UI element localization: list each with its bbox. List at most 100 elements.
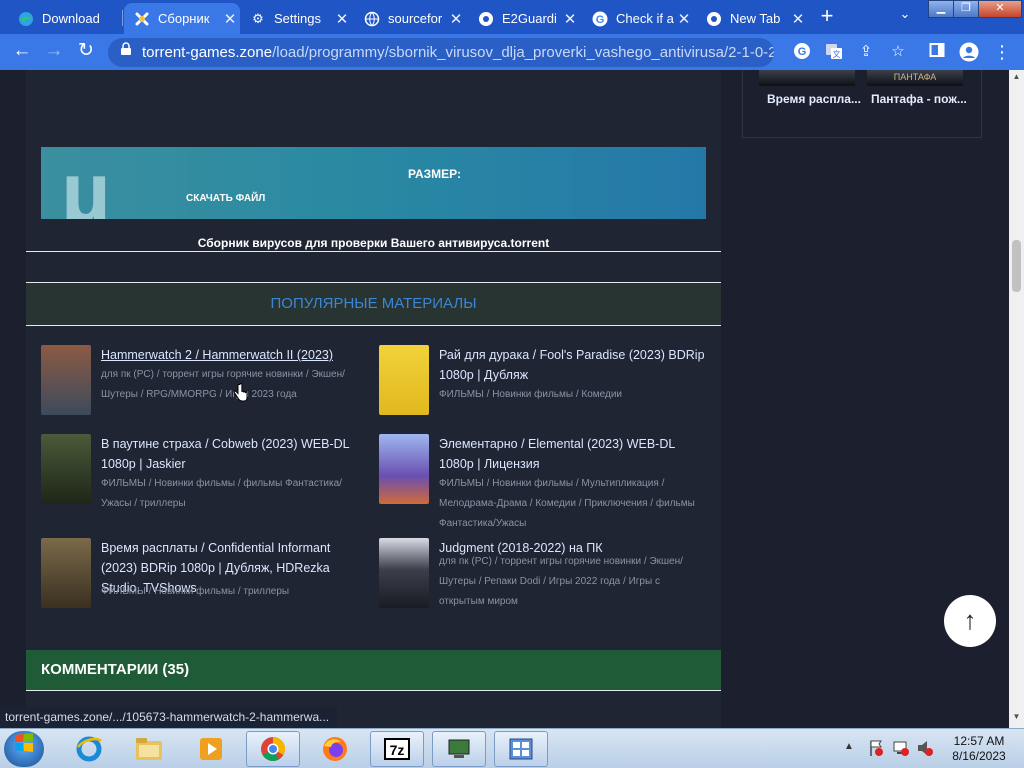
edge-icon (18, 11, 34, 27)
comments-heading-bar: КОММЕНТАРИИ (35) (26, 650, 721, 690)
start-button[interactable] (4, 731, 44, 767)
item-thumbnail[interactable] (41, 434, 91, 504)
flag-alert-icon[interactable] (868, 739, 884, 762)
scroll-to-top-button[interactable]: ↑ (944, 595, 996, 647)
network-app-icon[interactable] (432, 731, 486, 767)
scrollbar-thumb[interactable] (1012, 240, 1021, 292)
close-tab-icon[interactable]: ✕ (788, 10, 808, 28)
torrent-file-name: Сборник вирусов для проверки Вашего анти… (197, 236, 550, 250)
tab-title: Settings (274, 11, 321, 26)
explorer-icon[interactable] (122, 731, 176, 767)
tab-newtab[interactable]: New Tab ✕ (696, 3, 808, 34)
reload-button[interactable]: ↻ (74, 40, 98, 64)
forward-button[interactable]: → (42, 40, 66, 64)
close-tab-icon[interactable]: ✕ (332, 10, 352, 28)
url-path: /load/programmy/sbornik_virusov_dlja_pro… (272, 44, 774, 61)
svg-text:G: G (798, 46, 807, 58)
bookmark-star-icon[interactable]: ☆ (888, 42, 908, 62)
item-title-link[interactable]: Элементарно / Elemental (2023) WEB-DL 10… (439, 434, 707, 474)
divider (26, 282, 721, 283)
popular-item: Judgment (2018-2022) на ПК для пк (PC) /… (379, 538, 709, 608)
tab-title: Download (42, 11, 100, 26)
tab-download[interactable]: Download (8, 3, 120, 34)
popular-heading-bar: ПОПУЛЯРНЫЕ МАТЕРИАЛЫ (26, 283, 721, 325)
item-categories: ФИЛЬМЫ / Новинки фильмы / Мультипликация… (439, 478, 695, 529)
tab-check[interactable]: G Check if a ✕ (582, 3, 694, 34)
side-panel-icon[interactable] (927, 42, 947, 62)
share-icon[interactable]: ⇪ (856, 42, 876, 62)
status-bar-url: torrent-games.zone/.../105673-hammerwatc… (0, 707, 337, 728)
popular-item: Hammerwatch 2 / Hammerwatch II (2023) дл… (41, 345, 371, 415)
page-viewport: µ РАЗМЕР: СКАЧАТЬ ФАЙЛ Сборник вирусов д… (0, 70, 1009, 728)
site-favicon (134, 11, 150, 27)
item-thumbnail[interactable] (41, 345, 91, 415)
sidebar-link[interactable]: Время распла... (767, 92, 861, 106)
download-banner[interactable]: µ РАЗМЕР: СКАЧАТЬ ФАЙЛ (41, 147, 706, 219)
item-thumbnail[interactable] (379, 345, 429, 415)
svg-text:文: 文 (833, 49, 841, 59)
show-hidden-icons-icon[interactable]: ▲ (844, 741, 854, 752)
sidebar-thumbnail[interactable] (759, 70, 855, 86)
item-categories: ФИЛЬМЫ / Новинки фильмы / фильмы Фантаст… (101, 478, 342, 509)
tab-bar: Download Сборник ✕ ⚙ Settings ✕ sourcefo… (0, 0, 1024, 34)
page-scrollbar[interactable]: ▲ ▼ (1009, 70, 1024, 728)
item-title-link[interactable]: Рай для дурака / Fool's Paradise (2023) … (439, 345, 707, 385)
item-title-link[interactable]: В паутине страха / Cobweb (2023) WEB-DL … (101, 434, 369, 474)
windows-taskbar: 7z ▲ 12:57 AM 8/16/2023 (0, 728, 1024, 768)
tab-divider (122, 10, 123, 26)
chrome-icon (706, 11, 722, 27)
item-thumbnail[interactable] (379, 434, 429, 504)
tab-settings[interactable]: ⚙ Settings ✕ (240, 3, 352, 34)
scroll-up-arrow-icon[interactable]: ▲ (1009, 72, 1024, 86)
firefox-icon[interactable] (308, 731, 362, 767)
sidebar-thumbnail[interactable]: ПАНТАФА (867, 70, 963, 86)
item-thumbnail[interactable] (41, 538, 91, 608)
7zip-icon[interactable]: 7z (370, 731, 424, 767)
close-tab-icon[interactable]: ✕ (560, 10, 580, 28)
new-tab-button[interactable]: + (815, 5, 839, 29)
popular-item: Рай для дурака / Fool's Paradise (2023) … (379, 345, 709, 415)
tab-sourceforge[interactable]: sourcefor ✕ (354, 3, 466, 34)
close-window-button[interactable]: ✕ (978, 0, 1022, 18)
minimize-button[interactable]: ▁ (928, 0, 954, 18)
divider (26, 251, 721, 252)
svg-text:G: G (596, 14, 605, 26)
close-tab-icon[interactable]: ✕ (674, 10, 694, 28)
file-size-label: РАЗМЕР: (408, 167, 461, 181)
translate-icon[interactable]: 文 (824, 42, 844, 62)
system-tray: ▲ 12:57 AM 8/16/2023 (836, 731, 1024, 767)
tab-sbornik[interactable]: Сборник ✕ (124, 3, 240, 34)
google-lens-icon[interactable]: G (792, 42, 812, 62)
close-tab-icon[interactable]: ✕ (446, 10, 466, 28)
back-button[interactable]: ← (10, 40, 34, 64)
clock-time: 12:57 AM (953, 734, 1005, 748)
menu-kebab-icon[interactable]: ⋮ (992, 42, 1012, 62)
network-status-icon[interactable] (892, 739, 910, 762)
lock-icon (120, 38, 132, 67)
url-bar[interactable]: torrent-games.zone/load/programmy/sborni… (108, 38, 774, 67)
control-panel-icon[interactable] (494, 731, 548, 767)
media-player-icon[interactable] (184, 731, 238, 767)
popular-item: Элементарно / Elemental (2023) WEB-DL 10… (379, 434, 709, 529)
close-tab-icon[interactable]: ✕ (220, 10, 240, 28)
tab-search-button[interactable]: ⌄ (893, 6, 917, 28)
popular-heading: ПОПУЛЯРНЫЕ МАТЕРИАЛЫ (270, 295, 477, 312)
restore-button[interactable]: ❐ (953, 0, 979, 18)
system-clock[interactable]: 12:57 AM 8/16/2023 (944, 734, 1014, 764)
volume-muted-icon[interactable] (916, 739, 934, 762)
popular-item: В паутине страха / Cobweb (2023) WEB-DL … (41, 434, 371, 509)
scroll-down-arrow-icon[interactable]: ▼ (1009, 712, 1024, 726)
item-thumbnail[interactable] (379, 538, 429, 608)
ie-icon[interactable] (62, 731, 116, 767)
sidebar-link[interactable]: Пантафа - пож... (871, 92, 967, 106)
item-title-link[interactable]: Hammerwatch 2 / Hammerwatch II (2023) (101, 345, 369, 365)
download-file-button[interactable]: СКАЧАТЬ ФАЙЛ (186, 193, 265, 204)
divider (26, 690, 721, 691)
divider (26, 325, 721, 326)
tab-title: Check if a (616, 11, 674, 26)
tab-e2guardian[interactable]: E2Guardi ✕ (468, 3, 580, 34)
clock-date: 8/16/2023 (952, 749, 1006, 763)
chrome-taskbar-icon[interactable] (246, 731, 300, 767)
profile-icon[interactable] (959, 42, 979, 62)
svg-text:7z: 7z (390, 742, 405, 758)
